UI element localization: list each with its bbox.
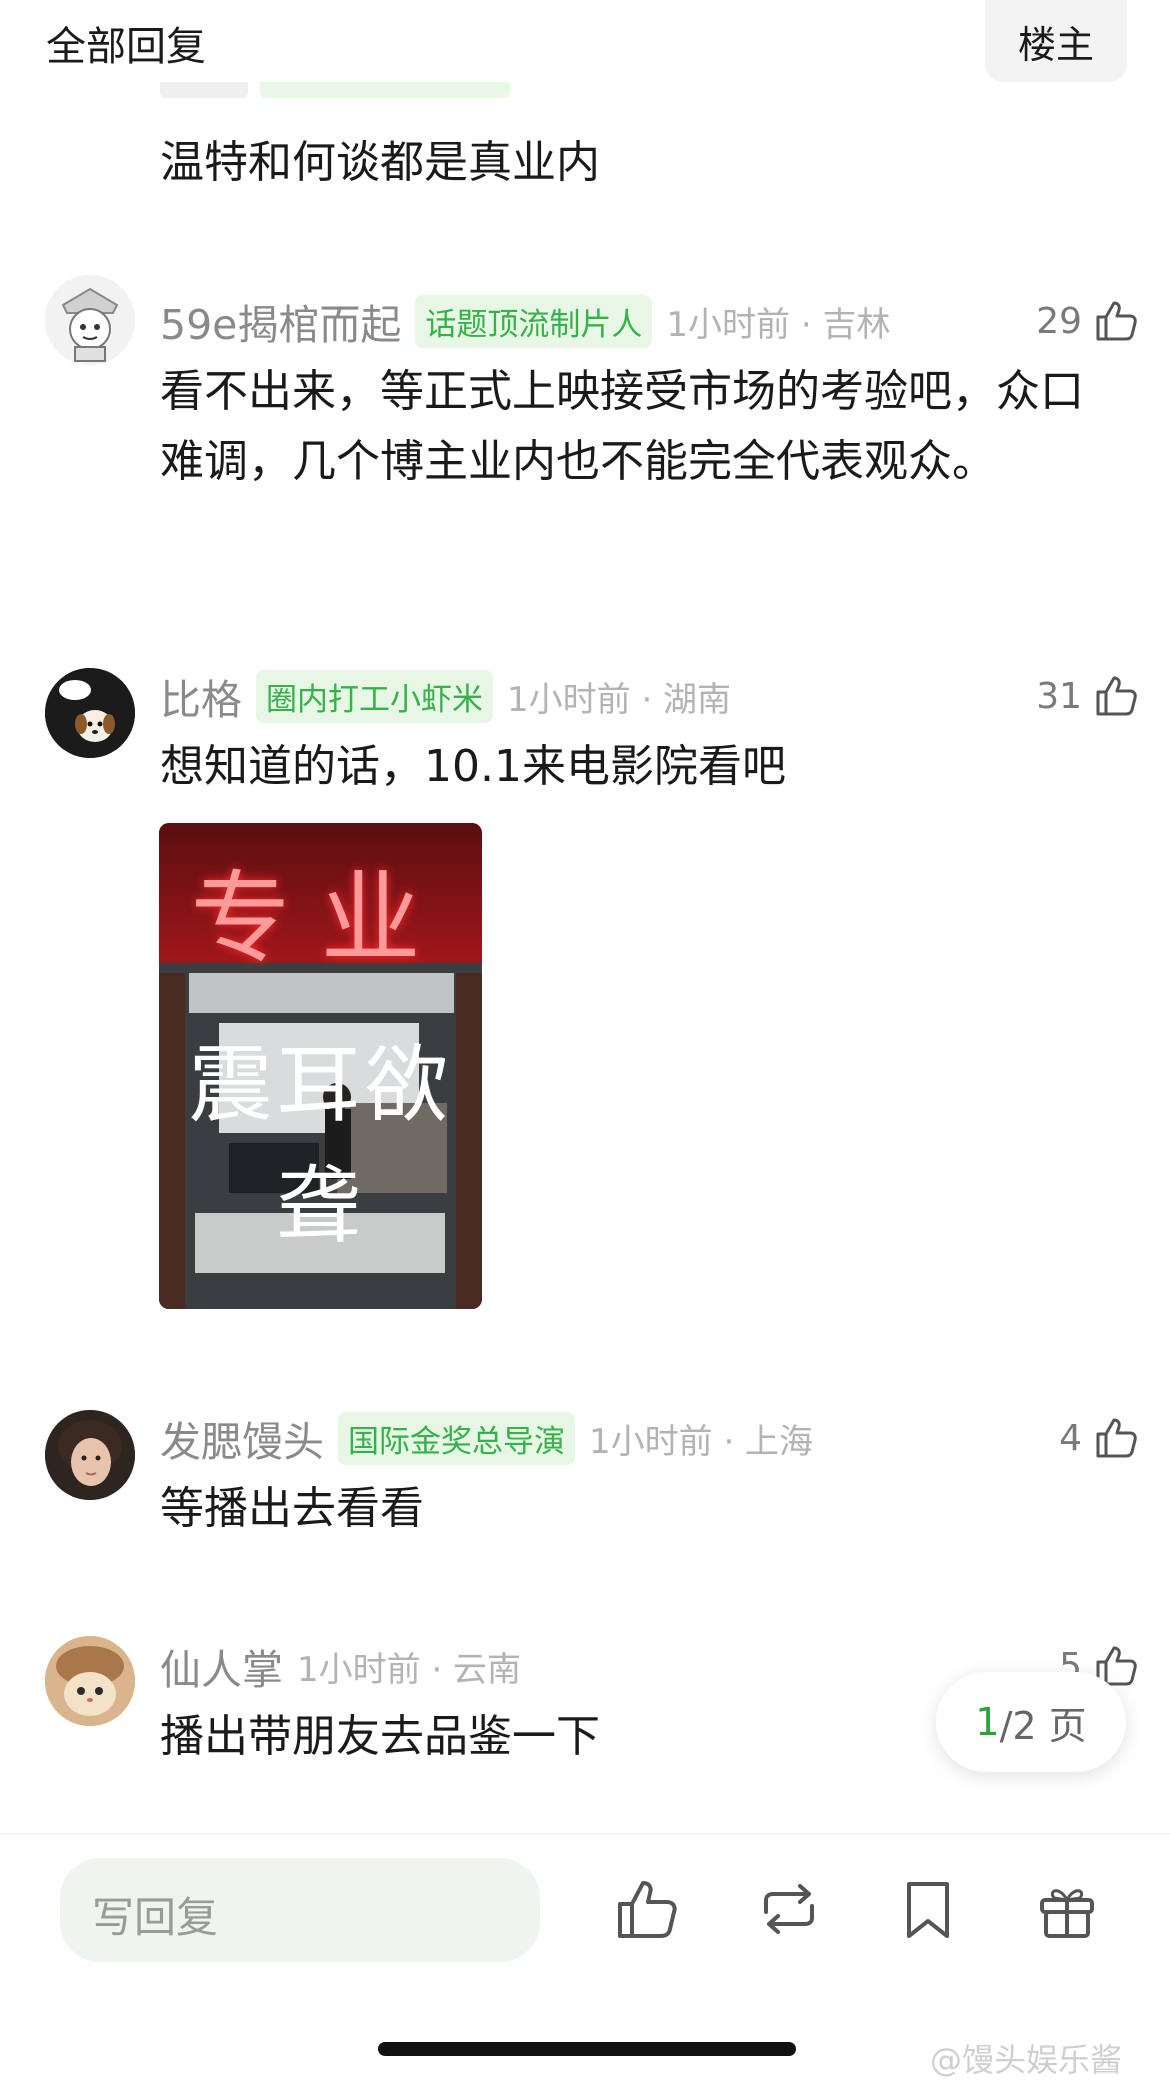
previous-comment-text: 温特和何谈都是真业内 [160, 137, 600, 188]
comment-text: 等播出去看看 [160, 1483, 424, 1534]
username[interactable]: 59e揭棺而起 [160, 291, 401, 351]
avatar[interactable] [45, 275, 135, 365]
watermark-text: @馒头娱乐酱 [930, 2041, 1123, 2079]
owner-only-button[interactable]: 楼主 [985, 0, 1127, 82]
comment-meta: 仙人掌 1小时前 · 云南 [160, 1641, 522, 1694]
bookmark-icon[interactable] [893, 1874, 963, 1944]
page-total: /2 页 [999, 1703, 1087, 1748]
avatar[interactable] [45, 1410, 135, 1500]
like-count: 31 [1036, 675, 1082, 717]
comment-text: 看不出来，等正式上映接受市场的考验吧，众口难调，几个博主业内也不能完全代表观众。 [160, 366, 1084, 487]
like-control[interactable]: 4 [1059, 1413, 1140, 1463]
reply-placeholder: 写回复 [92, 1893, 219, 1942]
pagination-indicator[interactable]: 1/2 页 [936, 1672, 1126, 1772]
attached-movie-poster-image[interactable]: 专业 震耳欲聋 [159, 823, 482, 1309]
reply-input[interactable]: 写回复 [60, 1858, 540, 1962]
avatar[interactable] [45, 668, 135, 758]
like-count: 4 [1059, 1417, 1082, 1459]
like-control[interactable]: 29 [1036, 296, 1140, 346]
user-tag-badge: 话题顶流制片人 [415, 294, 653, 348]
comment-text: 想知道的话，10.1来电影院看吧 [160, 741, 786, 792]
thumbs-up-icon[interactable] [612, 1874, 682, 1944]
timestamp-location: 1小时前 · 上海 [589, 1421, 814, 1462]
page-current: 1 [975, 1700, 1000, 1744]
timestamp-location: 1小时前 · 云南 [297, 1649, 522, 1690]
comment-meta: 59e揭棺而起 话题顶流制片人 1小时前 · 吉林 [160, 294, 891, 349]
thumbs-up-icon[interactable] [1092, 297, 1140, 345]
poster-title-text: 震耳欲聋 [188, 1036, 453, 1255]
comment-meta: 比格 圈内打工小虾米 1小时前 · 湖南 [160, 669, 732, 724]
username[interactable]: 发腮馒头 [160, 1408, 324, 1468]
avatar[interactable] [45, 1636, 135, 1726]
previous-comment-meta-cropped [160, 82, 520, 118]
username[interactable]: 比格 [160, 666, 242, 726]
like-count: 29 [1036, 300, 1082, 342]
repost-icon[interactable] [754, 1874, 824, 1944]
comment-meta: 发腮馒头 国际金奖总导演 1小时前 · 上海 [160, 1411, 814, 1466]
username[interactable]: 仙人掌 [160, 1636, 283, 1696]
top-header: 全部回复 楼主 [0, 0, 1170, 82]
thumbs-up-icon[interactable] [1092, 1414, 1140, 1462]
gift-icon[interactable] [1032, 1874, 1102, 1944]
timestamp-location: 1小时前 · 湖南 [507, 679, 732, 720]
page-title: 全部回复 [46, 24, 206, 70]
poster-sign-text: 专业 [190, 860, 451, 977]
timestamp-location: 1小时前 · 吉林 [666, 304, 891, 345]
home-indicator [378, 2042, 796, 2056]
user-tag-badge: 国际金奖总导演 [338, 1411, 575, 1465]
like-control[interactable]: 31 [1036, 671, 1140, 721]
user-tag-badge: 圈内打工小虾米 [256, 669, 493, 723]
thumbs-up-icon[interactable] [1092, 672, 1140, 720]
